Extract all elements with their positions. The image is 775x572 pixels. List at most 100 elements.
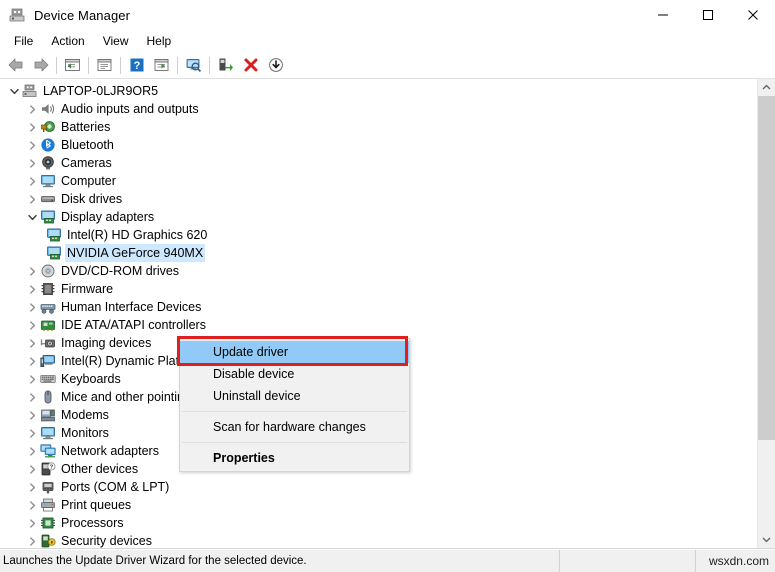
maximize-button[interactable] <box>685 0 730 30</box>
scan-hardware-icon[interactable] <box>181 53 206 77</box>
menu-view[interactable]: View <box>94 32 138 50</box>
tree-node[interactable]: DVD/CD-ROM drives <box>0 262 757 280</box>
chevron-right-icon[interactable] <box>24 119 40 135</box>
context-menu-item[interactable]: Update driver <box>180 341 409 363</box>
back-icon[interactable] <box>3 53 28 77</box>
tree-node-label: DVD/CD-ROM drives <box>61 263 179 279</box>
chevron-right-icon[interactable] <box>24 191 40 207</box>
tree-root-node[interactable]: LAPTOP-0LJR9OR5 <box>0 82 757 100</box>
disable-device-icon[interactable] <box>263 53 288 77</box>
chevron-right-icon[interactable] <box>24 425 40 441</box>
chevron-right-icon[interactable] <box>24 479 40 495</box>
tree-node-label: Keyboards <box>61 371 121 387</box>
context-menu-item[interactable]: Uninstall device <box>180 385 409 407</box>
menu-action[interactable]: Action <box>42 32 93 50</box>
chevron-down-icon[interactable] <box>6 83 22 99</box>
menu-file[interactable]: File <box>5 32 42 50</box>
window-title: Device Manager <box>34 8 130 23</box>
tree-node[interactable]: Security devices <box>0 532 757 548</box>
context-menu-item[interactable]: Scan for hardware changes <box>180 416 409 438</box>
tree-node[interactable]: Cameras <box>0 154 757 172</box>
menu-separator <box>182 442 407 443</box>
tree-node[interactable]: Ports (COM & LPT) <box>0 478 757 496</box>
scrollbar-thumb[interactable] <box>758 96 775 440</box>
toolbar: ? <box>0 52 775 79</box>
update-driver-icon[interactable] <box>213 53 238 77</box>
scroll-down-button[interactable] <box>758 531 775 548</box>
chevron-right-icon[interactable] <box>24 317 40 333</box>
chevron-right-icon[interactable] <box>24 299 40 315</box>
toolbar-separator <box>120 57 121 74</box>
svg-text:?: ? <box>50 465 54 471</box>
chevron-right-icon[interactable] <box>24 263 40 279</box>
chevron-down-icon[interactable] <box>24 209 40 225</box>
tree-node-label: Disk drives <box>61 191 122 207</box>
chevron-right-icon[interactable] <box>24 155 40 171</box>
scroll-up-button[interactable] <box>758 79 775 96</box>
chevron-right-icon[interactable] <box>24 101 40 117</box>
minimize-button[interactable] <box>640 0 685 30</box>
chevron-right-icon[interactable] <box>24 407 40 423</box>
keyboard-icon <box>40 371 56 387</box>
chevron-right-icon[interactable] <box>24 137 40 153</box>
tree-node[interactable]: Firmware <box>0 280 757 298</box>
chevron-right-icon[interactable] <box>24 281 40 297</box>
tree-node[interactable]: Processors <box>0 514 757 532</box>
chevron-right-icon[interactable] <box>24 389 40 405</box>
battery-icon <box>40 119 56 135</box>
vertical-scrollbar[interactable] <box>757 79 775 548</box>
properties-icon[interactable] <box>60 53 85 77</box>
context-menu-item[interactable]: Disable device <box>180 363 409 385</box>
scrollbar-track[interactable] <box>758 96 775 531</box>
tree-node[interactable]: Bluetooth <box>0 136 757 154</box>
chevron-right-icon[interactable] <box>24 371 40 387</box>
chevron-right-icon[interactable] <box>24 353 40 369</box>
toolbar-separator <box>209 57 210 74</box>
help-page-icon[interactable] <box>92 53 117 77</box>
chevron-right-icon[interactable] <box>24 533 40 548</box>
chevron-right-icon[interactable] <box>24 515 40 531</box>
tree-node[interactable]: Batteries <box>0 118 757 136</box>
toolbar-separator <box>177 57 178 74</box>
tree-node[interactable]: NVIDIA GeForce 940MX <box>0 244 757 262</box>
menu-separator <box>182 411 407 412</box>
tree-node-label: IDE ATA/ATAPI controllers <box>61 317 206 333</box>
view-devices-icon[interactable] <box>149 53 174 77</box>
tree-node[interactable]: IDE ATA/ATAPI controllers <box>0 316 757 334</box>
title-bar: Device Manager <box>0 0 775 30</box>
chevron-right-icon[interactable] <box>24 173 40 189</box>
tree-node-label: Audio inputs and outputs <box>61 101 199 117</box>
menu-help[interactable]: Help <box>138 32 181 50</box>
tree-node-label: Bluetooth <box>61 137 114 153</box>
display-adapter-icon <box>40 209 56 225</box>
tree-node[interactable]: Disk drives <box>0 190 757 208</box>
tree-node-label: Monitors <box>61 425 109 441</box>
context-menu[interactable]: Update driverDisable deviceUninstall dev… <box>179 338 410 472</box>
watermark: wsxdn.com <box>696 550 775 572</box>
tree-node[interactable]: Computer <box>0 172 757 190</box>
context-menu-item[interactable]: Properties <box>180 447 409 469</box>
chevron-right-icon[interactable] <box>24 335 40 351</box>
content-area: LAPTOP-0LJR9OR5Audio inputs and outputsB… <box>0 79 775 549</box>
tree-node[interactable]: Human Interface Devices <box>0 298 757 316</box>
imaging-icon <box>40 335 56 351</box>
help-icon[interactable]: ? <box>124 53 149 77</box>
chevron-right-icon[interactable] <box>24 443 40 459</box>
close-button[interactable] <box>730 0 775 30</box>
hid-icon <box>40 299 56 315</box>
display-adapter-icon <box>46 245 62 261</box>
tree-node-label: Network adapters <box>61 443 159 459</box>
chevron-right-icon[interactable] <box>24 461 40 477</box>
forward-icon[interactable] <box>28 53 53 77</box>
tree-node-label: Imaging devices <box>61 335 151 351</box>
chevron-right-icon[interactable] <box>24 497 40 513</box>
tree-node[interactable]: Audio inputs and outputs <box>0 100 757 118</box>
tree-node[interactable]: Intel(R) HD Graphics 620 <box>0 226 757 244</box>
device-manager-window: Device Manager File Action View Help <box>0 0 775 572</box>
tree-node[interactable]: Display adapters <box>0 208 757 226</box>
network-icon <box>40 443 56 459</box>
uninstall-device-icon[interactable] <box>238 53 263 77</box>
device-tree[interactable]: LAPTOP-0LJR9OR5Audio inputs and outputsB… <box>0 79 757 548</box>
tree-node[interactable]: Print queues <box>0 496 757 514</box>
mouse-icon <box>40 389 56 405</box>
